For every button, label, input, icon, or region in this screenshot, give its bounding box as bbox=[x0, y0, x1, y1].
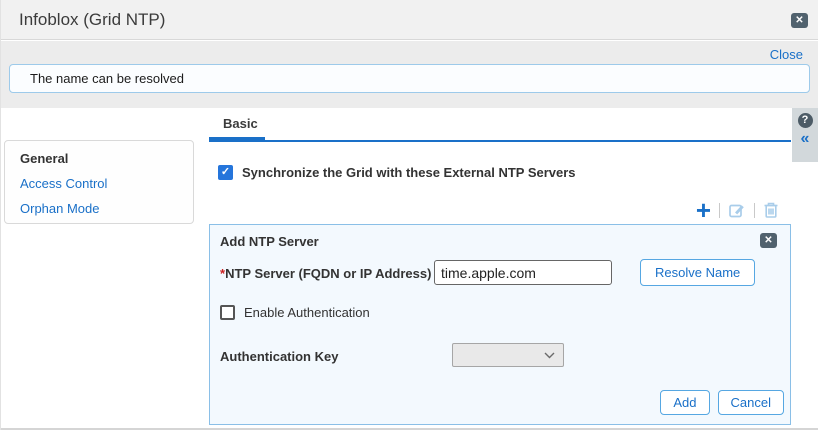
enable-auth-checkbox[interactable] bbox=[220, 305, 235, 320]
help-strip: ? « bbox=[792, 108, 818, 162]
close-link[interactable]: Close bbox=[770, 47, 803, 62]
help-icon[interactable]: ? bbox=[798, 113, 813, 128]
sync-checkbox-label: Synchronize the Grid with these External… bbox=[242, 165, 576, 180]
edit-icon[interactable] bbox=[728, 201, 746, 219]
enable-auth-label: Enable Authentication bbox=[244, 305, 370, 320]
sidebar-item-access-control[interactable]: Access Control bbox=[20, 175, 193, 200]
window-title: Infoblox (Grid NTP) bbox=[19, 0, 165, 40]
content-area: ? « Basic General Access Control Orphan … bbox=[1, 108, 818, 430]
cancel-button[interactable]: Cancel bbox=[718, 390, 784, 415]
title-bar: Infoblox (Grid NTP) ✕ bbox=[1, 0, 818, 40]
resolve-name-button[interactable]: Resolve Name bbox=[640, 259, 755, 286]
tab-divider bbox=[209, 140, 791, 142]
auth-key-select[interactable] bbox=[452, 343, 564, 367]
add-button[interactable]: Add bbox=[660, 390, 709, 415]
sync-checkbox-row: ✓ Synchronize the Grid with these Extern… bbox=[218, 165, 576, 180]
sidebar: General Access Control Orphan Mode bbox=[4, 140, 194, 224]
toolbar-divider bbox=[719, 203, 720, 218]
toolbar-divider bbox=[754, 203, 755, 218]
add-ntp-server-panel: Add NTP Server ✕ *NTP Server (FQDN or IP… bbox=[209, 224, 791, 425]
panel-footer: Add Cancel bbox=[660, 390, 784, 415]
chevron-down-icon bbox=[544, 352, 555, 359]
ntp-server-label: *NTP Server (FQDN or IP Address) bbox=[220, 266, 431, 281]
tab-basic[interactable]: Basic bbox=[223, 116, 258, 131]
ntp-server-toolbar: + bbox=[696, 200, 779, 220]
sync-checkbox[interactable]: ✓ bbox=[218, 165, 233, 180]
add-icon[interactable]: + bbox=[696, 201, 711, 219]
sidebar-item-orphan-mode[interactable]: Orphan Mode bbox=[20, 200, 193, 225]
panel-title: Add NTP Server bbox=[220, 234, 319, 249]
enable-auth-row: Enable Authentication bbox=[220, 305, 370, 320]
auth-key-label: Authentication Key bbox=[220, 349, 338, 364]
status-message: The name can be resolved bbox=[9, 64, 810, 93]
collapse-panel-icon[interactable]: « bbox=[801, 132, 810, 146]
sidebar-item-general[interactable]: General bbox=[20, 150, 193, 175]
window-close-icon[interactable]: ✕ bbox=[791, 13, 808, 28]
trash-icon[interactable] bbox=[763, 201, 779, 219]
infoblox-grid-ntp-dialog: { "window": { "title": "Infoblox (Grid N… bbox=[0, 0, 818, 430]
ntp-server-label-text: NTP Server (FQDN or IP Address) bbox=[225, 266, 431, 281]
panel-close-icon[interactable]: ✕ bbox=[760, 233, 777, 248]
header-band: Close The name can be resolved bbox=[1, 41, 818, 108]
ntp-server-input[interactable] bbox=[434, 260, 612, 285]
